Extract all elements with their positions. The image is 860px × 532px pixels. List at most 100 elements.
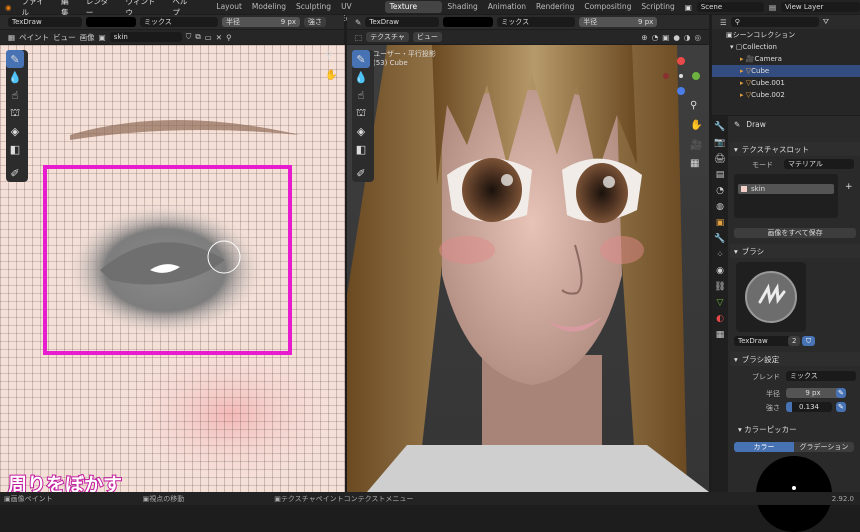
modifier-tab-icon[interactable]: 🔧	[713, 232, 727, 246]
xray-icon[interactable]: ▣	[662, 33, 669, 42]
right-fill-tool-icon[interactable]: ◈	[352, 122, 370, 140]
outliner-editor-icon[interactable]: ☰	[720, 18, 727, 27]
right-draw-tool-icon[interactable]: ✎	[352, 50, 370, 68]
right-blend-selector[interactable]: ミックス	[497, 17, 576, 27]
tab-uv-editing[interactable]: UV Editing	[336, 1, 385, 23]
right-soften-tool-icon[interactable]: 💧	[352, 68, 370, 86]
overlay-toggle-icon[interactable]: ◔	[652, 33, 659, 42]
brush-name-field[interactable]: TexDraw	[734, 336, 792, 346]
brush-settings-panel-header[interactable]: ▾ ブラシ設定	[730, 352, 860, 366]
mode-selector[interactable]: テクスチャ	[366, 32, 409, 42]
texture-slot-item[interactable]: skin	[738, 184, 834, 194]
scene-icon[interactable]: ▣	[680, 3, 697, 12]
tab-scripting[interactable]: Scripting	[636, 1, 679, 13]
outliner-item-collection[interactable]: ▾ ▢ Collection	[712, 41, 860, 53]
fill-tool-icon[interactable]: ◈	[6, 122, 24, 140]
tab-sculpting[interactable]: Sculpting	[291, 1, 336, 13]
right-annotate-tool-icon[interactable]: ✐	[352, 164, 370, 182]
strength-slider[interactable]: 0.134	[786, 402, 832, 412]
outliner-item-camera[interactable]: ▸ 🎥 Camera	[712, 53, 860, 65]
left-strength-short[interactable]: 強さ	[304, 17, 326, 27]
tab-layout[interactable]: Layout	[211, 1, 247, 13]
camera-icon[interactable]: 🎥	[690, 140, 702, 151]
pan-hand-icon[interactable]: ✋	[325, 70, 337, 81]
fake-user-shield-icon[interactable]: ⛉	[802, 336, 816, 346]
shading-material-icon[interactable]: ◑	[684, 33, 691, 42]
object-tab-icon[interactable]: ▣	[713, 216, 727, 230]
editor-type-icon[interactable]: ▦	[8, 33, 15, 42]
view-layer-selector[interactable]: View Layer	[781, 2, 860, 12]
smear-tool-icon[interactable]: ☝	[6, 86, 24, 104]
outliner-search[interactable]: ⚲	[730, 17, 819, 27]
left-brush-selector[interactable]: TexDraw	[8, 17, 82, 27]
radius-field[interactable]: 9 px	[786, 388, 840, 398]
texture-tab-icon[interactable]: ▦	[713, 328, 727, 342]
shading-solid-icon[interactable]: ●	[673, 33, 680, 42]
viewport-hand-icon[interactable]: ✋	[690, 120, 702, 131]
tab-rendering[interactable]: Rendering	[531, 1, 579, 13]
brush-users-count[interactable]: 2	[788, 336, 801, 346]
blender-logo-icon[interactable]: ◉	[0, 3, 17, 12]
grid-icon[interactable]: ▦	[690, 158, 699, 169]
left-color-swatch[interactable]	[86, 17, 136, 27]
gizmo-toggle-icon[interactable]: ⊕	[641, 33, 647, 42]
viewport-editor-icon[interactable]: ⬚	[355, 33, 362, 42]
data-tab-icon[interactable]: ▽	[713, 296, 727, 310]
paint-mode-icon[interactable]: ✎	[355, 18, 361, 27]
draw-tool-icon[interactable]: ✎	[6, 50, 24, 68]
material-tab-icon[interactable]: ◐	[713, 312, 727, 326]
shading-rendered-icon[interactable]: ◎	[694, 33, 701, 42]
mode-dropdown[interactable]: マテリアル	[784, 159, 854, 169]
radius-pressure-icon[interactable]: ✎	[836, 388, 846, 398]
menu-paint[interactable]: ペイント	[19, 32, 49, 43]
image-name-field[interactable]: skin	[109, 32, 182, 42]
open-folder-icon[interactable]: ▭	[205, 33, 212, 42]
color-tab[interactable]: カラー	[734, 442, 794, 452]
shield-icon[interactable]: ⛉	[186, 32, 192, 42]
color-wheel-cursor[interactable]	[792, 486, 796, 490]
new-image-icon[interactable]: ⧉	[195, 32, 200, 42]
world-tab-icon[interactable]: ◍	[713, 200, 727, 214]
clone-tool-icon[interactable]: ⛫	[6, 104, 24, 122]
outliner-item-cube-001[interactable]: ▸ ▽ Cube.001	[712, 77, 860, 89]
color-picker-subpanel-header[interactable]: ▾ カラーピッカー	[738, 424, 797, 435]
viewport-canvas[interactable]: ユーザー・平行投影 (53) Cube	[347, 45, 709, 492]
strength-pressure-icon[interactable]: ✎	[836, 402, 846, 412]
constraints-tab-icon[interactable]: ⛓	[713, 280, 727, 294]
right-clone-tool-icon[interactable]: ⛫	[352, 104, 370, 122]
physics-tab-icon[interactable]: ◉	[713, 264, 727, 278]
outliner-item-cube[interactable]: ▸ ▽ Cube	[712, 65, 860, 77]
texture-slots-panel-header[interactable]: ▾ テクスチャスロット	[730, 142, 860, 156]
soften-tool-icon[interactable]: 💧	[6, 68, 24, 86]
right-color-swatch[interactable]	[443, 17, 494, 27]
scene-tab-icon[interactable]: ◔	[713, 184, 727, 198]
outliner-item-cube-002[interactable]: ▸ ▽ Cube.002	[712, 89, 860, 101]
tool-tab-icon[interactable]: 🔧	[713, 120, 727, 134]
save-all-images-button[interactable]: 画像をすべて保存	[734, 228, 856, 238]
view-layer-tab-icon[interactable]: ▤	[713, 168, 727, 182]
image-browse-icon[interactable]: ▣	[99, 33, 106, 42]
scene-selector[interactable]: Scene	[696, 2, 764, 12]
output-tab-icon[interactable]: 🖨	[713, 152, 727, 166]
texture-slot-list[interactable]: skin	[734, 174, 838, 218]
filter-icon[interactable]: ⛛	[823, 17, 829, 27]
brush-panel-header[interactable]: ▾ ブラシ	[730, 244, 860, 258]
viewport-view-menu[interactable]: ビュー	[412, 32, 442, 42]
add-slot-button[interactable]: +	[845, 182, 853, 192]
tab-shading[interactable]: Shading	[442, 1, 482, 13]
mask-tool-icon[interactable]: ◧	[6, 140, 24, 158]
left-radius-field[interactable]: 半径 9 px	[222, 17, 300, 27]
blend-dropdown[interactable]: ミックス	[786, 371, 856, 381]
right-mask-tool-icon[interactable]: ◧	[352, 140, 370, 158]
image-canvas[interactable]	[0, 45, 345, 492]
view-layer-icon[interactable]: ▤	[764, 3, 781, 12]
annotate-tool-icon[interactable]: ✐	[6, 164, 24, 182]
menu-image[interactable]: 画像	[80, 32, 95, 43]
gradient-tab[interactable]: グラデーション	[794, 442, 854, 452]
close-icon[interactable]: ✕	[216, 33, 222, 42]
zoom-icon[interactable]: ⚲	[325, 50, 332, 61]
viewport-zoom-icon[interactable]: ⚲	[690, 100, 697, 111]
right-brush-selector[interactable]: TexDraw	[365, 17, 440, 27]
right-smear-tool-icon[interactable]: ☝	[352, 86, 370, 104]
tab-texture-paint[interactable]: Texture Paint	[384, 1, 443, 23]
